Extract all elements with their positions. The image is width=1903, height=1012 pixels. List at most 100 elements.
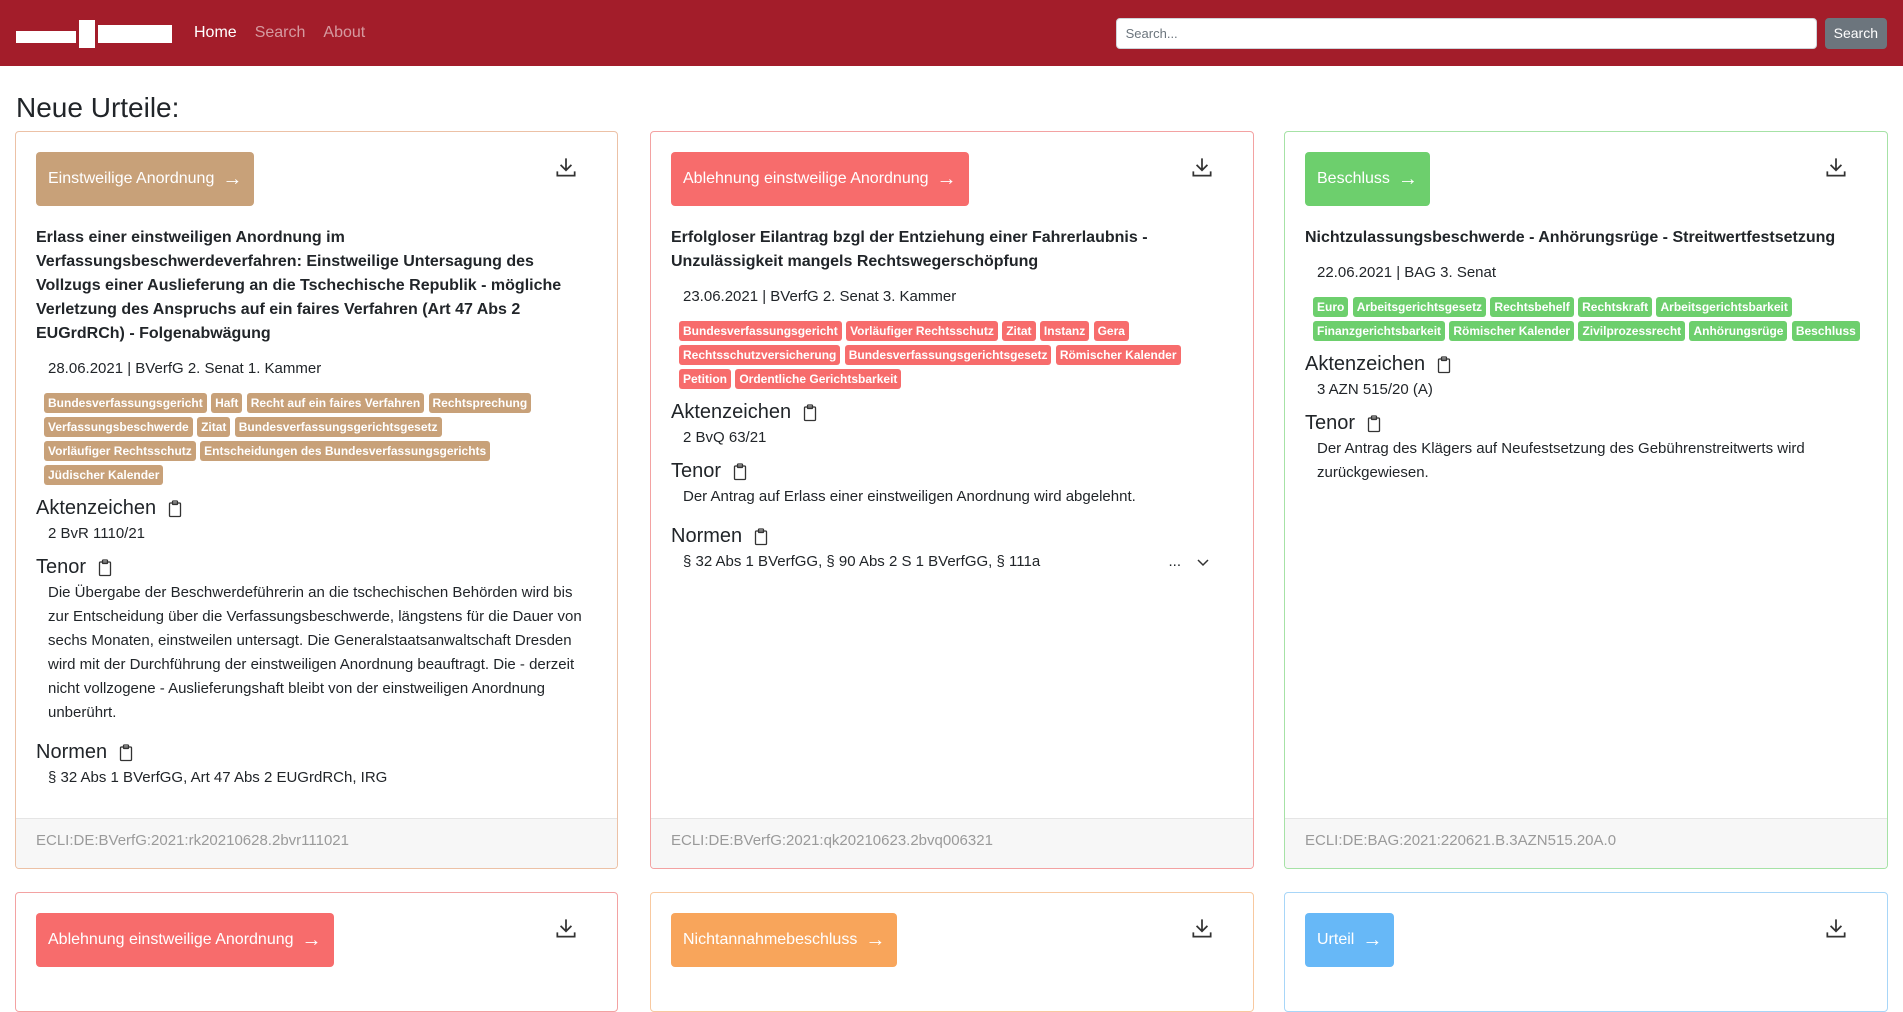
tag[interactable]: Gera xyxy=(1093,321,1129,341)
aktenzeichen-heading: Aktenzeichen xyxy=(36,497,597,520)
tag[interactable]: Zitat xyxy=(1002,321,1036,341)
tenor-text: Die Übergabe der Beschwerdeführerin an d… xyxy=(48,584,582,721)
decision-meta: 28.06.2021 | BVerfG 2. Senat 1. Kammer xyxy=(48,360,322,377)
aktenzeichen-value: 2 BvQ 63/21 xyxy=(683,429,767,446)
normen-ellipsis: ... xyxy=(1168,553,1181,570)
download-icon[interactable] xyxy=(1189,915,1215,941)
decision-type-button[interactable]: Beschluss → xyxy=(1305,152,1430,206)
aktenzeichen-value: 3 AZN 515/20 (A) xyxy=(1317,381,1433,398)
tag[interactable]: Bundesverfassungsgericht xyxy=(44,393,207,413)
tag[interactable]: Bundesverfassungsgerichtsgesetz xyxy=(234,417,442,437)
normen-expand-toggle[interactable]: ... xyxy=(1168,550,1211,574)
download-icon[interactable] xyxy=(1189,154,1215,180)
page-title: Neue Urteile: xyxy=(16,92,180,123)
clipboard-icon[interactable] xyxy=(803,403,817,422)
decision-type-button[interactable]: Einstweilige Anordnung → xyxy=(36,152,255,206)
tag[interactable]: Anhörungsrüge xyxy=(1689,321,1788,341)
tag[interactable]: Römischer Kalender xyxy=(1055,345,1181,365)
clipboard-icon[interactable] xyxy=(733,462,747,481)
arrow-right-icon: → xyxy=(301,928,322,951)
tag[interactable]: Jüdischer Kalender xyxy=(44,465,164,485)
arrow-right-icon: → xyxy=(865,928,886,951)
ecli-footer: ECLI:DE:BAG:2021:220621.B.3AZN515.20A.0 xyxy=(1285,818,1887,868)
decision-card: Ablehnung einstweilige Anordnung → Erfolg… xyxy=(650,131,1254,869)
decision-card: Ablehnung einstweilige Anordnung → xyxy=(15,892,618,1012)
download-icon[interactable] xyxy=(1823,915,1849,941)
decision-title[interactable]: Erlass einer einstweiligen Anordnung im … xyxy=(36,226,597,346)
tag-list: Bundesverfassungsgericht Vorläufiger Rec… xyxy=(671,319,1233,391)
tag[interactable]: Rechtsschutzversicherung xyxy=(679,345,841,365)
tenor-heading: Tenor xyxy=(36,556,597,579)
tag[interactable]: Ordentliche Gerichtsbarkeit xyxy=(735,369,902,389)
tenor-heading: Tenor xyxy=(671,460,1233,483)
arrow-right-icon: → xyxy=(1362,928,1383,951)
ecli-footer: ECLI:DE:BVerfG:2021:qk20210623.2bvq00632… xyxy=(651,818,1253,868)
aktenzeichen-heading: Aktenzeichen xyxy=(671,401,1233,424)
tag[interactable]: Römischer Kalender xyxy=(1449,321,1575,341)
tag[interactable]: Bundesverfassungsgerichtsgesetz xyxy=(844,345,1052,365)
ecli-footer: ECLI:DE:BVerfG:2021:rk20210628.2bvr11102… xyxy=(16,818,617,868)
tag[interactable]: Rechtsbehelf xyxy=(1490,297,1574,317)
search-button[interactable]: Search xyxy=(1824,17,1887,49)
tag[interactable]: Vorläufiger Rechtsschutz xyxy=(44,441,196,461)
tag[interactable]: Recht auf ein faires Verfahren xyxy=(246,393,425,413)
clipboard-icon[interactable] xyxy=(1367,414,1381,433)
normen-text: § 32 Abs 1 BVerfGG, Art 47 Abs 2 EUGrdRC… xyxy=(48,769,388,786)
decision-title[interactable]: Erfolgloser Eilantrag bzgl der Entziehun… xyxy=(671,226,1233,274)
aktenzeichen-value: 2 BvR 1110/21 xyxy=(48,525,146,542)
tag[interactable]: Arbeitsgerichtsbarkeit xyxy=(1656,297,1792,317)
nav-home-link[interactable]: Home xyxy=(194,24,237,42)
decision-meta: 23.06.2021 | BVerfG 2. Senat 3. Kammer xyxy=(683,288,957,305)
clipboard-icon[interactable] xyxy=(119,743,133,762)
clipboard-icon[interactable] xyxy=(754,527,768,546)
tag[interactable]: Entscheidungen des Bundesverfassungsgeri… xyxy=(200,441,491,461)
normen-row: § 32 Abs 1 BVerfGG, § 90 Abs 2 S 1 BVerf… xyxy=(671,550,1233,574)
nav-about-link[interactable]: About xyxy=(323,24,365,42)
decision-title[interactable]: Nichtzulassungsbeschwerde - Anhörungsrüg… xyxy=(1305,226,1867,250)
decision-card: Urteil → xyxy=(1284,892,1888,1012)
decision-type-button[interactable]: Urteil → xyxy=(1305,913,1395,967)
tag-list: Euro Arbeitsgerichtsgesetz Rechtsbehelf … xyxy=(1305,295,1867,343)
tag[interactable]: Zivilprozessrecht xyxy=(1578,321,1686,341)
tenor-heading: Tenor xyxy=(1305,412,1867,435)
tag[interactable]: Beschluss xyxy=(1791,321,1860,341)
decision-type-button[interactable]: Ablehnung einstweilige Anordnung → xyxy=(36,913,334,967)
search-input[interactable] xyxy=(1115,17,1817,49)
site-logo[interactable] xyxy=(16,18,172,48)
arrow-right-icon: → xyxy=(936,167,957,190)
download-icon[interactable] xyxy=(553,915,579,941)
aktenzeichen-heading: Aktenzeichen xyxy=(1305,353,1867,376)
navbar: Home Search About Search xyxy=(0,0,1903,66)
search-form: Search xyxy=(1115,17,1887,49)
normen-text: § 32 Abs 1 BVerfGG, § 90 Abs 2 S 1 BVerf… xyxy=(683,553,1041,570)
clipboard-icon[interactable] xyxy=(98,558,112,577)
tag[interactable]: Bundesverfassungsgericht xyxy=(679,321,842,341)
decision-card: Nichtannahmebeschluss → xyxy=(650,892,1254,1012)
normen-heading: Normen xyxy=(36,741,597,764)
download-icon[interactable] xyxy=(1823,154,1849,180)
decision-type-button[interactable]: Nichtannahmebeschluss → xyxy=(671,913,898,967)
tag[interactable]: Verfassungsbeschwerde xyxy=(44,417,193,437)
tag[interactable]: Rechtsprechung xyxy=(428,393,532,413)
tag[interactable]: Arbeitsgerichtsgesetz xyxy=(1352,297,1487,317)
decision-card: Einstweilige Anordnung → Erlass einer ein… xyxy=(15,131,618,869)
tag[interactable]: Euro xyxy=(1313,297,1349,317)
arrow-right-icon: → xyxy=(1397,167,1418,190)
download-icon[interactable] xyxy=(553,154,579,180)
nav-search-link[interactable]: Search xyxy=(255,24,306,42)
clipboard-icon[interactable] xyxy=(1437,355,1451,374)
tag[interactable]: Haft xyxy=(211,393,243,413)
tag[interactable]: Finanzgerichtsbarkeit xyxy=(1313,321,1446,341)
tag[interactable]: Rechtskraft xyxy=(1578,297,1653,317)
tag[interactable]: Petition xyxy=(679,369,731,389)
decision-type-button[interactable]: Ablehnung einstweilige Anordnung → xyxy=(671,152,969,206)
tag[interactable]: Zitat xyxy=(197,417,231,437)
tag[interactable]: Instanz xyxy=(1039,321,1090,341)
decision-card: Beschluss → Nichtzulassungsbeschwerde - A… xyxy=(1284,131,1888,869)
tenor-text: Der Antrag des Klägers auf Neufestsetzun… xyxy=(1317,440,1805,481)
arrow-right-icon: → xyxy=(222,167,243,190)
chevron-down-icon xyxy=(1197,559,1209,567)
tag[interactable]: Vorläufiger Rechtsschutz xyxy=(846,321,998,341)
tenor-text: Der Antrag auf Erlass einer einstweilige… xyxy=(683,488,1136,505)
clipboard-icon[interactable] xyxy=(168,499,182,518)
